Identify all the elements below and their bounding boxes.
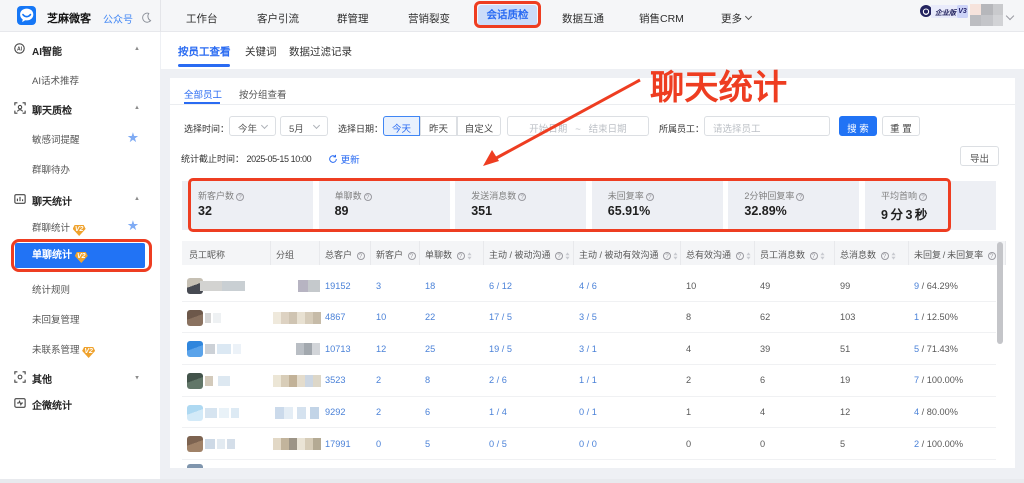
svg-text:AI: AI xyxy=(17,46,23,52)
